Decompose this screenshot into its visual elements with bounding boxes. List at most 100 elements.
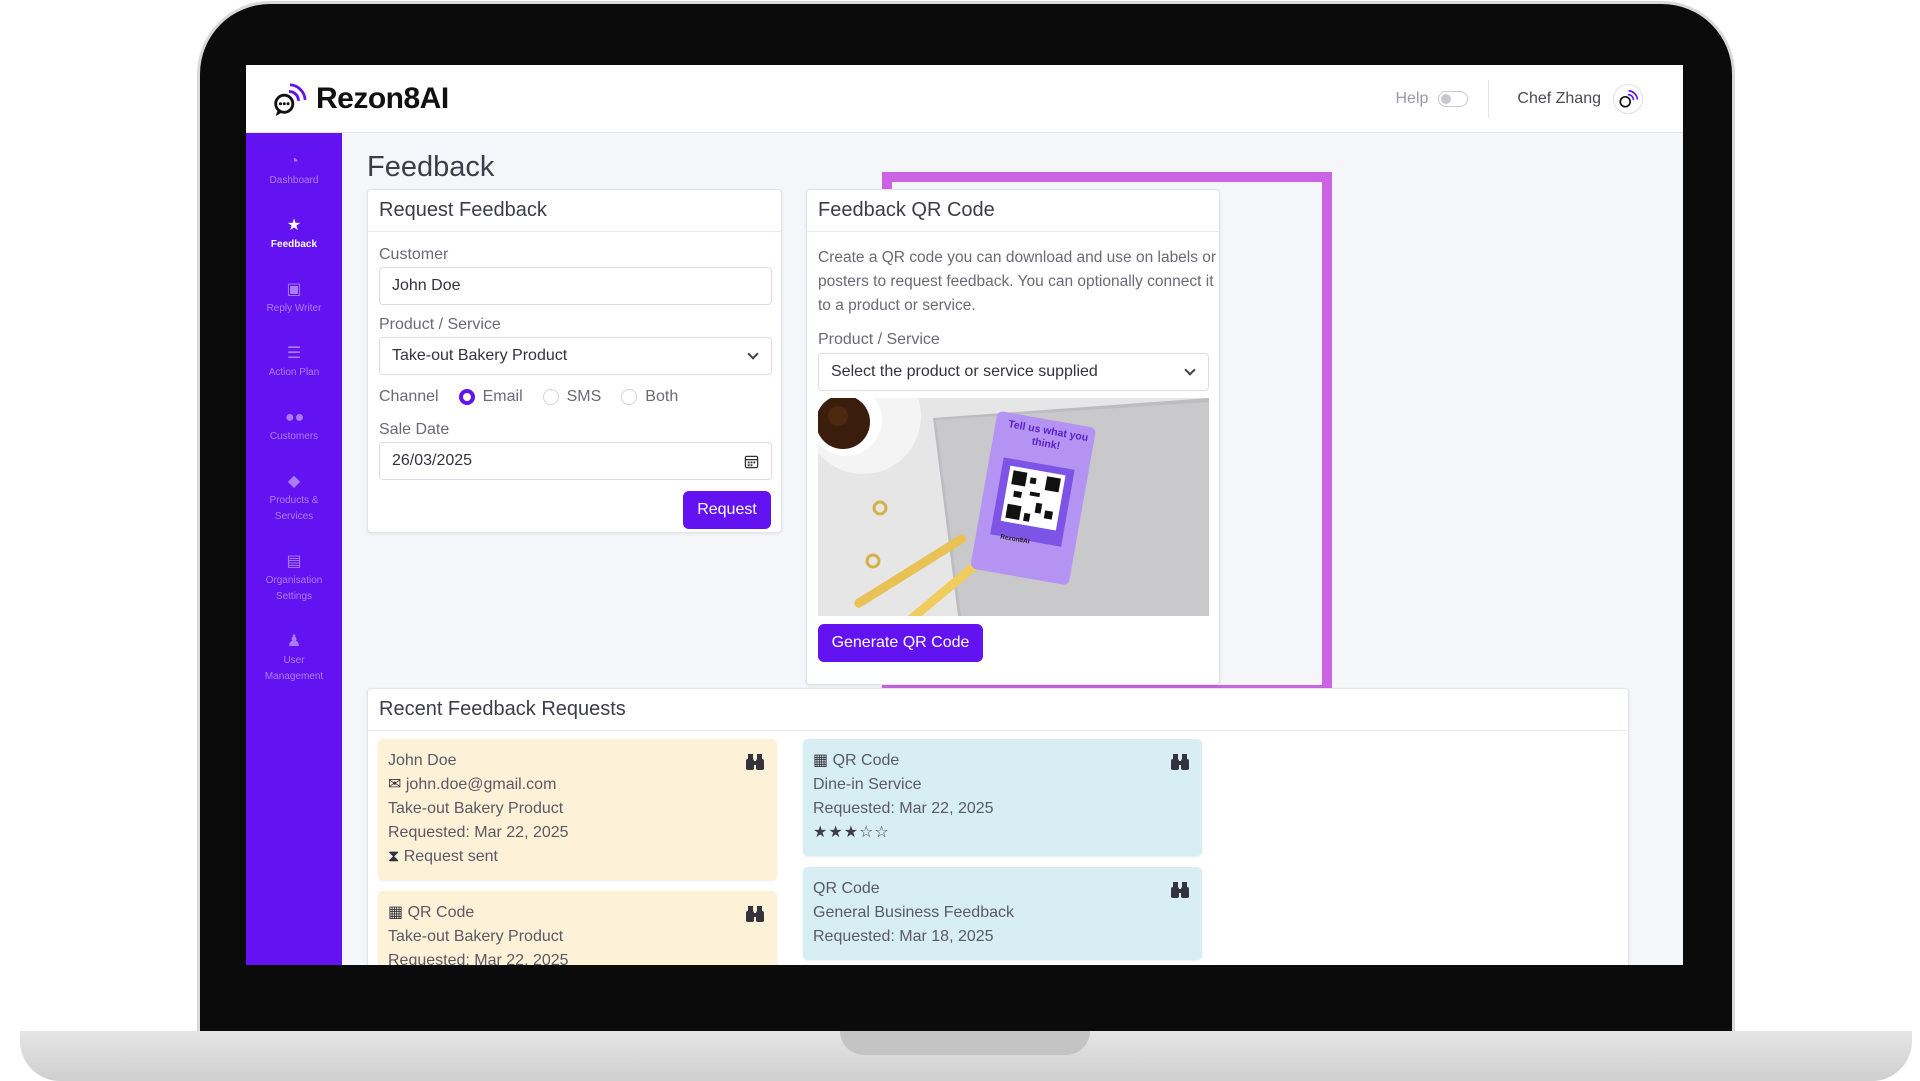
chevron-down-icon [1184,364,1196,376]
binoculars-icon[interactable] [745,905,765,923]
list-item[interactable]: John Doe ✉ john.doe@gmail.com Take-out B… [378,739,777,880]
sidebar-item-label: Customers [269,431,319,442]
sidebar-item-action-plan[interactable]: ☰ Action Plan [246,345,342,381]
sale-date-input[interactable]: 26/03/2025 [379,442,772,480]
user-gear-icon: ♟ [286,633,302,650]
qr-card-title: Feedback QR Code [807,190,1219,232]
user-name[interactable]: Chef Zhang [1517,90,1601,108]
star-icon: ★ [286,217,302,234]
sidebar-item-label: Feedback [270,239,318,250]
product-service-select[interactable]: Take-out Bakery Product [379,337,772,375]
qr-product-service-select[interactable]: Select the product or service supplied [818,353,1209,391]
qr-code-icon: ▦ [388,904,404,921]
hourglass-icon: ⧗ [388,848,400,865]
product-service-value: Take-out Bakery Product [392,347,568,364]
request-button[interactable]: Request [683,491,771,529]
list-item[interactable]: ▦ QR Code Take-out Bakery Product Reques… [378,891,777,965]
feedback-product: Take-out Bakery Product [388,800,564,817]
channel-label: Channel [379,388,439,405]
feedback-status-row: ⧗ Request sent [388,845,767,869]
top-bar: Rezon8AI Help Chef Zhang [246,65,1683,133]
feedback-source: QR Code [407,904,475,921]
feedback-product: General Business Feedback [813,904,1014,921]
sale-date-value: 26/03/2025 [392,452,473,469]
sidebar-item-customers[interactable]: ●● Customers [246,409,342,445]
sale-date-label: Sale Date [379,421,450,438]
binoculars-icon[interactable] [1170,753,1190,771]
feedback-customer-name: John Doe [388,752,457,769]
request-feedback-card: Request Feedback Customer John Doe Produ… [367,189,782,533]
feedback-email: john.doe@gmail.com [405,776,557,793]
radio-sms-label[interactable]: SMS [567,388,602,406]
dashboard-icon: ◔ [289,153,299,170]
feedback-product: Dine-in Service [813,776,922,793]
sidebar-item-dashboard[interactable]: ◔ Dashboard [246,153,342,189]
help-label: Help [1395,90,1429,107]
list-item[interactable]: ▦ QR Code Dine-in Service Requested: Mar… [803,739,1202,856]
header-divider [1488,80,1490,118]
feedback-qr-row: ▦ QR Code [813,749,1192,773]
app-screen: Rezon8AI Help Chef Zhang ◔ Dashboard ★ F… [246,65,1683,965]
sidebar-item-label: Dashboard [269,175,319,186]
feedback-requested-date: Requested: Mar 22, 2025 [388,952,569,965]
building-icon: ▤ [286,553,302,570]
radio-email-label[interactable]: Email [483,388,523,406]
brand-logo[interactable]: Rezon8AI [270,80,449,118]
channel-radio-group: Channel Email SMS Both [379,388,678,406]
star-rating: ★★★☆☆ [813,824,890,841]
sidebar-item-feedback[interactable]: ★ Feedback [246,217,342,253]
calendar-icon[interactable] [744,454,759,469]
box-icon: ◆ [287,473,301,490]
feedback-requested-date: Requested: Mar 22, 2025 [388,824,569,841]
recent-feedback-card: Recent Feedback Requests John Doe ✉ john… [367,688,1629,965]
binoculars-icon[interactable] [745,753,765,771]
users-icon: ●● [285,409,305,426]
sidebar-item-label: Action Plan [268,367,320,378]
avatar-logo-icon [1619,89,1639,108]
recent-feedback-title: Recent Feedback Requests [368,689,1628,731]
feedback-source: QR Code [813,880,880,897]
request-feedback-title: Request Feedback [368,190,781,232]
feedback-qr-code-card: Feedback QR Code Create a QR code you ca… [806,189,1220,685]
radio-sms[interactable] [542,389,559,405]
page-title: Feedback [367,151,495,183]
radio-email[interactable] [458,389,475,405]
sidebar-item-user-management[interactable]: ♟ User Management [246,633,342,685]
list-item[interactable]: QR Code General Business Feedback Reques… [803,867,1202,960]
sidebar-item-label: Organisation Settings [265,575,323,602]
chevron-down-icon [747,348,759,360]
feedback-product: Take-out Bakery Product [388,928,564,945]
sidebar-item-label: Products & Services [269,495,319,522]
sidebar-item-organisation-settings[interactable]: ▤ Organisation Settings [246,553,342,605]
product-service-label: Product / Service [379,316,501,333]
generate-qr-code-button[interactable]: Generate QR Code [818,624,983,662]
envelope-icon: ✉ [388,776,402,793]
feedback-status: Request sent [403,848,498,865]
qr-product-service-label: Product / Service [818,331,940,348]
list-icon: ☰ [286,345,302,362]
feedback-email-row: ✉ john.doe@gmail.com [388,773,767,797]
top-right-controls: Help Chef Zhang [1395,65,1643,133]
qr-code-icon: ▦ [813,752,829,769]
logo-icon [274,82,307,116]
chat-icon: ▣ [286,281,302,298]
feedback-source: QR Code [832,752,900,769]
binoculars-icon[interactable] [1170,881,1190,899]
brand-name: Rezon8AI [316,81,449,115]
radio-both-label[interactable]: Both [645,388,678,406]
feedback-qr-row: ▦ QR Code [388,901,767,925]
avatar[interactable] [1613,84,1643,114]
laptop-notch [840,1031,1090,1055]
recent-feedback-list: John Doe ✉ john.doe@gmail.com Take-out B… [368,731,1628,965]
sidebar-item-label: User Management [264,655,324,682]
help-toggle[interactable] [1438,91,1469,107]
customer-input[interactable]: John Doe [379,267,772,305]
qr-product-service-placeholder: Select the product or service supplied [831,363,1098,380]
customer-value: John Doe [392,277,461,294]
sidebar-item-reply-writer[interactable]: ▣ Reply Writer [246,281,342,317]
sidebar-item-label: Reply Writer [266,303,322,314]
radio-both[interactable] [621,389,638,405]
feedback-requested-date: Requested: Mar 22, 2025 [813,800,994,817]
main-content: Feedback Request Feedback Customer John … [342,133,1683,965]
sidebar-item-products-services[interactable]: ◆ Products & Services [246,473,342,525]
